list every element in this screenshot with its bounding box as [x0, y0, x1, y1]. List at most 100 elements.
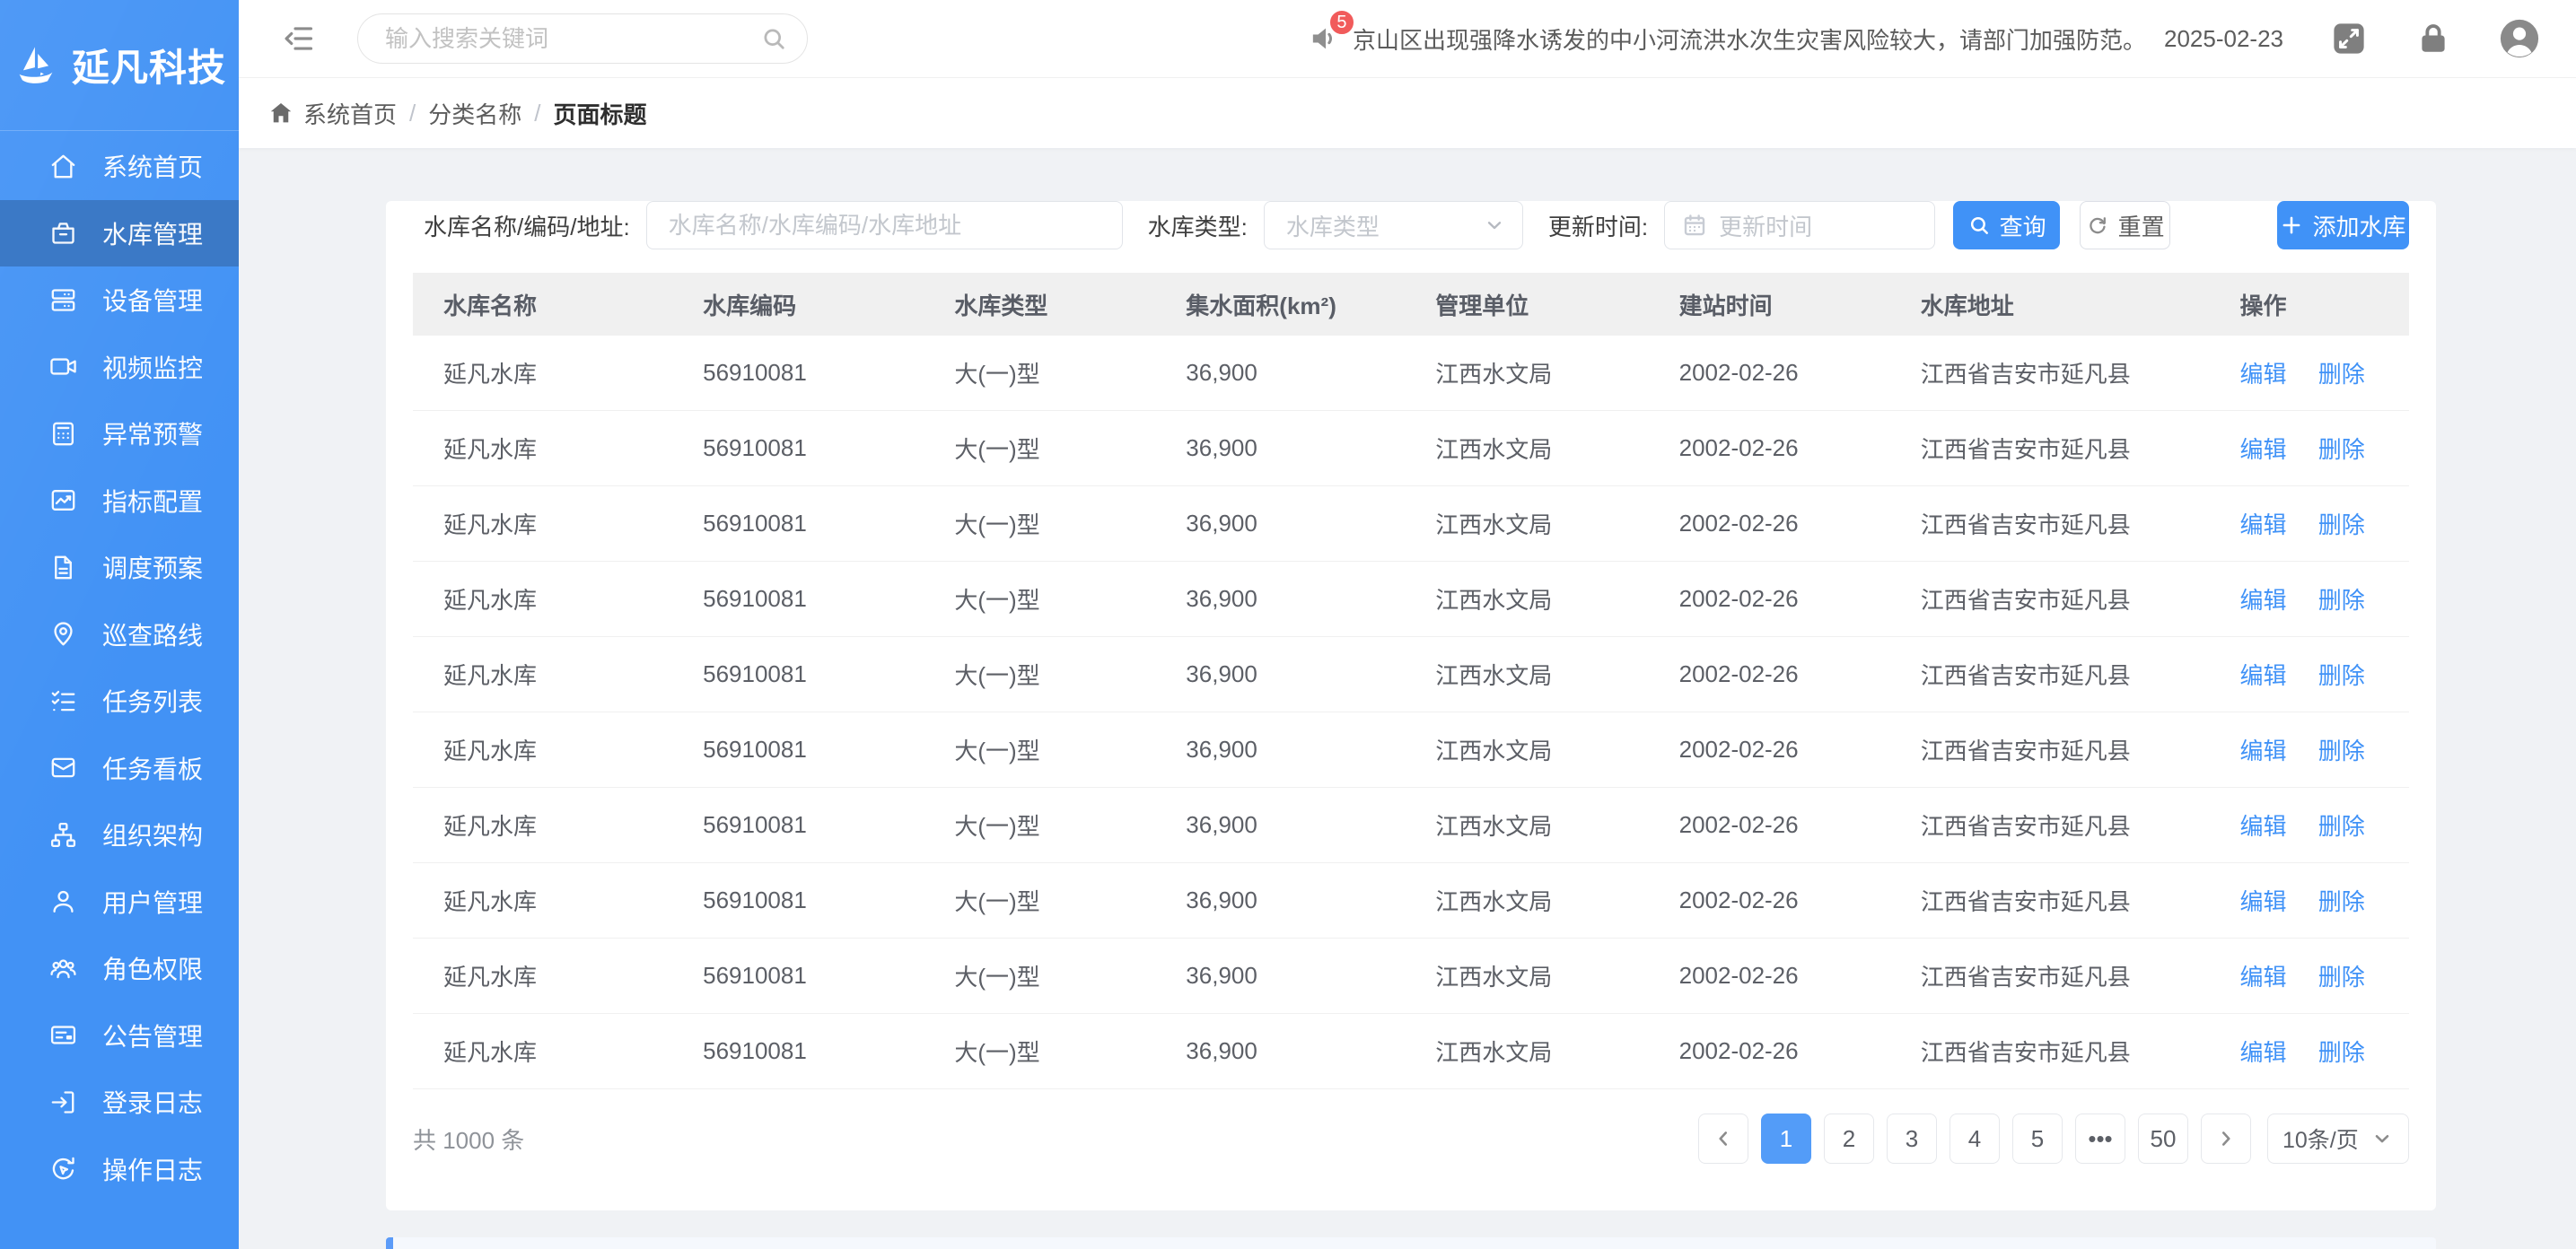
notification-bell[interactable]: 5 [1308, 21, 1344, 57]
sidebar-item-home[interactable]: 系统首页 [0, 133, 239, 200]
breadcrumb-item-home[interactable]: 系统首页 [303, 97, 397, 130]
edit-link[interactable]: 编辑 [2240, 964, 2287, 991]
global-search-input[interactable] [383, 24, 760, 54]
add-reservoir-button[interactable]: 添加水库 [2277, 201, 2409, 249]
breadcrumb-item-category[interactable]: 分类名称 [428, 97, 521, 130]
edit-link[interactable]: 编辑 [2240, 587, 2287, 614]
map-pin-icon [48, 619, 78, 649]
delete-link[interactable]: 删除 [2318, 587, 2365, 614]
cell-actions: 编辑 删除 [2210, 959, 2409, 992]
metrics-chart-icon [48, 485, 78, 515]
page-size-select[interactable]: 10条/页 [2267, 1114, 2409, 1164]
table-row: 延凡水库 56910081 大(一)型 36,900 江西水文局 2002-02… [413, 562, 2409, 637]
edit-link[interactable]: 编辑 [2240, 361, 2287, 388]
sidebar-item-tasks[interactable]: 任务列表 [0, 668, 239, 735]
page-button[interactable]: 4 [1950, 1114, 2000, 1164]
delete-link[interactable]: 删除 [2318, 964, 2365, 991]
characteristic-values-card: 水库特征值 [386, 1237, 2436, 1249]
top-bar: 5 京山区出现强降水诱发的中小河流洪水次生灾害风险较大，请部门加强防范。 202… [239, 0, 2576, 77]
sidebar-item-users[interactable]: 用户管理 [0, 869, 239, 936]
sidebar-item-reservoir[interactable]: 水库管理 [0, 200, 239, 267]
page-button[interactable]: 3 [1887, 1114, 1937, 1164]
cell-management-org: 江西水文局 [1405, 733, 1648, 766]
edit-link[interactable]: 编辑 [2240, 738, 2287, 764]
delete-link[interactable]: 删除 [2318, 511, 2365, 538]
cell-built-date: 2002-02-26 [1649, 811, 1890, 839]
cell-reservoir-type: 大(一)型 [924, 582, 1155, 616]
delete-link[interactable]: 删除 [2318, 662, 2365, 689]
edit-link[interactable]: 编辑 [2240, 813, 2287, 840]
breadcrumb-home-icon [267, 100, 294, 127]
page-button[interactable]: 50 [2138, 1114, 2188, 1164]
type-filter-label: 水库类型: [1148, 209, 1248, 242]
cell-built-date: 2002-02-26 [1649, 962, 1890, 990]
avatar[interactable] [2499, 18, 2540, 59]
cell-catchment-area: 36,900 [1155, 510, 1405, 537]
chevron-right-icon [2214, 1127, 2238, 1150]
delete-link[interactable]: 删除 [2318, 738, 2365, 764]
sidebar-item-label: 角色权限 [102, 950, 203, 986]
cell-catchment-area: 36,900 [1155, 887, 1405, 914]
sidebar-item-org[interactable]: 组织架构 [0, 801, 239, 869]
lock-icon[interactable] [2414, 20, 2452, 57]
sidebar-item-board[interactable]: 任务看板 [0, 735, 239, 802]
table-row: 延凡水库 56910081 大(一)型 36,900 江西水文局 2002-02… [413, 336, 2409, 411]
notice-text: 京山区出现强降水诱发的中小河流洪水次生灾害风险较大，请部门加强防范。 [1353, 22, 2146, 56]
cell-reservoir-name: 延凡水库 [413, 356, 672, 389]
sidebar-item-label: 异常预警 [102, 415, 203, 451]
cell-reservoir-type: 大(一)型 [924, 808, 1155, 842]
global-search[interactable] [357, 13, 808, 64]
sidebar-item-label: 组织架构 [102, 817, 203, 852]
edit-link[interactable]: 编辑 [2240, 662, 2287, 689]
delete-link[interactable]: 删除 [2318, 361, 2365, 388]
fullscreen-icon[interactable] [2330, 20, 2368, 57]
delete-link[interactable]: 删除 [2318, 436, 2365, 463]
sidebar-item-roles[interactable]: 角色权限 [0, 935, 239, 1002]
cell-reservoir-name: 延凡水库 [413, 1035, 672, 1068]
sidebar-item-alert[interactable]: 异常预警 [0, 400, 239, 467]
delete-link[interactable]: 删除 [2318, 888, 2365, 915]
type-filter-select[interactable]: 水库类型 [1264, 201, 1523, 249]
query-button[interactable]: 查询 [1953, 201, 2060, 249]
reset-button[interactable]: 重置 [2080, 201, 2170, 249]
logo: 延凡科技 [0, 0, 239, 131]
page-button[interactable]: 1 [1761, 1114, 1811, 1164]
edit-link[interactable]: 编辑 [2240, 1039, 2287, 1066]
cell-actions: 编辑 删除 [2210, 733, 2409, 766]
name-filter[interactable] [646, 201, 1123, 249]
cell-catchment-area: 36,900 [1155, 660, 1405, 688]
cell-actions: 编辑 删除 [2210, 808, 2409, 842]
operation-log-icon [48, 1154, 78, 1183]
page-button[interactable]: ••• [2075, 1114, 2125, 1164]
edit-link[interactable]: 编辑 [2240, 888, 2287, 915]
breadcrumb-separator: / [409, 100, 416, 127]
table-row: 延凡水库 56910081 大(一)型 36,900 江西水文局 2002-02… [413, 863, 2409, 939]
date-filter[interactable]: 更新时间 [1664, 201, 1935, 249]
sidebar-item-announcements[interactable]: 公告管理 [0, 1002, 239, 1070]
sidebar-item-operation-log[interactable]: 操作日志 [0, 1136, 239, 1203]
edit-link[interactable]: 编辑 [2240, 436, 2287, 463]
sidebar-item-plan[interactable]: 调度预案 [0, 534, 239, 601]
sidebar-item-route[interactable]: 巡查路线 [0, 601, 239, 668]
sidebar-item-device[interactable]: 设备管理 [0, 266, 239, 334]
prev-page-button[interactable] [1698, 1114, 1748, 1164]
sidebar-item-video[interactable]: 视频监控 [0, 334, 239, 401]
sidebar-item-login-log[interactable]: 登录日志 [0, 1069, 239, 1136]
next-page-button[interactable] [2201, 1114, 2251, 1164]
edit-link[interactable]: 编辑 [2240, 511, 2287, 538]
cell-address: 江西省吉安市延凡县 [1890, 884, 2210, 917]
user-icon [48, 887, 78, 916]
delete-link[interactable]: 删除 [2318, 1039, 2365, 1066]
page-button[interactable]: 2 [1824, 1114, 1874, 1164]
table-header: 水库名称 水库编码 水库类型 集水面积(km²) 管理单位 建站时间 水库地址 … [413, 273, 2409, 336]
cell-address: 江西省吉安市延凡县 [1890, 582, 2210, 616]
cell-reservoir-name: 延凡水库 [413, 733, 672, 766]
col-header-address: 水库地址 [1890, 288, 2210, 321]
page-button[interactable]: 5 [2012, 1114, 2063, 1164]
name-filter-input[interactable] [667, 211, 1102, 240]
menu-fold-icon[interactable] [282, 22, 316, 56]
cell-built-date: 2002-02-26 [1649, 1037, 1890, 1065]
cell-reservoir-name: 延凡水库 [413, 507, 672, 540]
sidebar-item-metrics[interactable]: 指标配置 [0, 467, 239, 535]
delete-link[interactable]: 删除 [2318, 813, 2365, 840]
